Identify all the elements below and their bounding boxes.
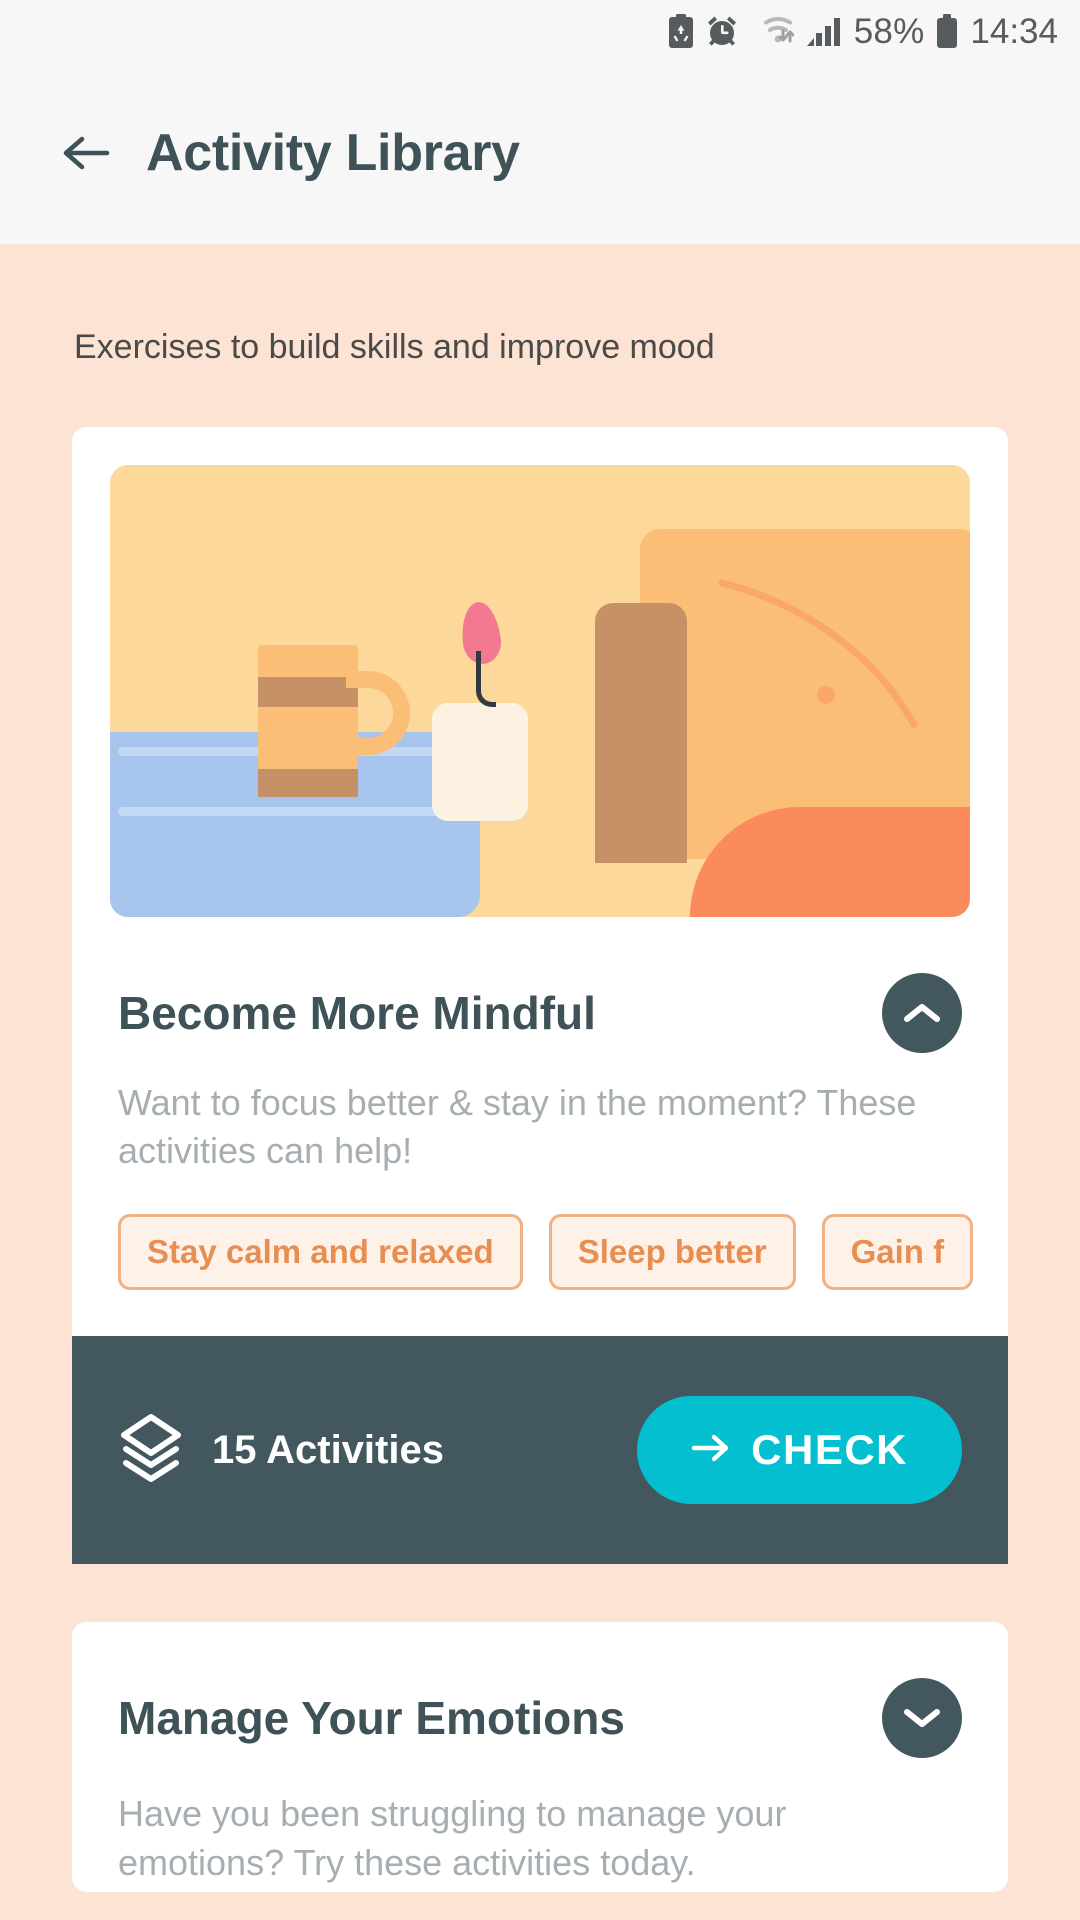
cushion-arc-shape <box>714 575 970 735</box>
battery-icon <box>935 14 959 48</box>
back-button[interactable] <box>58 125 114 181</box>
mug-stripe-top <box>258 677 358 707</box>
candle-shape <box>432 703 528 821</box>
candle-wick-shape <box>476 651 496 707</box>
card-description: Want to focus better & stay in the momen… <box>118 1082 917 1171</box>
card-description: Have you been struggling to manage your … <box>118 1793 787 1883</box>
clock-label: 14:34 <box>970 11 1058 51</box>
wifi-icon <box>750 14 794 48</box>
activity-count-group: 15 Activities <box>118 1413 444 1488</box>
mug-stripe-bottom <box>258 769 358 797</box>
tag-pill[interactable]: Gain f <box>821 1214 974 1291</box>
page-subtitle: Exercises to build skills and improve mo… <box>74 328 715 366</box>
app-bar: Activity Library <box>0 62 1080 244</box>
app-screen: 58% 14:34 Activity Library Exercises to … <box>0 0 1080 1920</box>
card-illustration <box>110 465 970 917</box>
tag-pill[interactable]: Sleep better <box>548 1214 796 1291</box>
card-title: Become More Mindful <box>118 987 596 1039</box>
battery-saver-icon <box>668 14 694 48</box>
battery-percent-label: 58% <box>853 11 925 51</box>
cellular-signal-icon <box>805 14 843 48</box>
activity-card-mindful[interactable]: Become More Mindful Want to focus better… <box>72 427 1008 1565</box>
activity-count-label: 15 Activities <box>212 1427 444 1472</box>
check-button-label: CHECK <box>751 1426 908 1474</box>
card-footer: 15 Activities CHECK <box>72 1336 1008 1565</box>
tag-pill[interactable]: Stay calm and relaxed <box>118 1214 523 1291</box>
activity-card-emotions[interactable]: Manage Your Emotions Have you been strug… <box>72 1622 1008 1892</box>
card-header: Manage Your Emotions <box>72 1622 1008 1759</box>
alarm-clock-icon <box>705 14 739 48</box>
status-bar: 58% 14:34 <box>0 0 1080 62</box>
arrow-right-icon <box>691 1433 731 1468</box>
card-title: Manage Your Emotions <box>118 1692 625 1745</box>
content-area: Exercises to build skills and improve mo… <box>0 244 1080 1920</box>
card-header: Become More Mindful <box>72 917 1008 1053</box>
chevron-down-icon[interactable] <box>882 1678 962 1759</box>
table-line-2 <box>118 807 448 816</box>
tag-list[interactable]: Stay calm and relaxed Sleep better Gain … <box>72 1174 1008 1336</box>
page-title: Activity Library <box>146 124 520 182</box>
layers-icon <box>118 1413 184 1488</box>
chevron-up-icon[interactable] <box>882 973 962 1053</box>
check-button[interactable]: CHECK <box>637 1396 962 1505</box>
sofa-arm-shape <box>595 603 687 863</box>
